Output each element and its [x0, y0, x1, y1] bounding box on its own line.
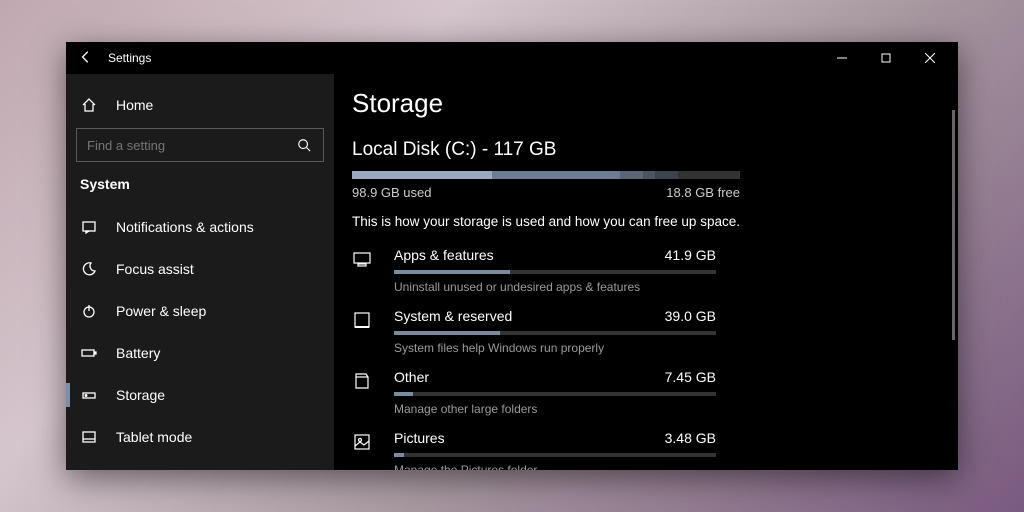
moon-icon — [80, 260, 98, 278]
category-name: System & reserved — [394, 308, 512, 324]
search-input[interactable] — [87, 138, 295, 153]
category-sub: Manage the Pictures folder — [394, 463, 928, 470]
back-button[interactable] — [72, 50, 100, 67]
storage-category[interactable]: Apps & features 41.9 GB Uninstall unused o… — [352, 247, 928, 294]
category-bar — [394, 270, 716, 274]
category-name: Apps & features — [394, 247, 494, 263]
disk-bar-segment — [352, 171, 492, 179]
storage-category[interactable]: Pictures 3.48 GB Manage the Pictures folde… — [352, 430, 928, 470]
category-bar — [394, 453, 716, 457]
titlebar: Settings — [66, 42, 958, 74]
minimize-button[interactable] — [820, 42, 864, 74]
sidebar-item-battery[interactable]: Battery — [66, 332, 334, 374]
content-pane: Storage Local Disk (C:) - 117 GB 98.9 GB… — [334, 74, 958, 470]
category-name: Other — [394, 369, 429, 385]
disk-bar-segment — [492, 171, 620, 179]
search-icon — [295, 136, 313, 154]
storage-category[interactable]: Other 7.45 GB Manage other large folders — [352, 369, 928, 416]
sidebar: Home System Notifications & actions Focu… — [66, 74, 334, 470]
disk-bar-segment — [620, 171, 643, 179]
power-icon — [80, 302, 98, 320]
sidebar-home[interactable]: Home — [66, 84, 334, 126]
disk-free-label: 18.8 GB free — [666, 185, 740, 200]
search-box[interactable] — [76, 128, 324, 162]
pictures-icon — [352, 430, 378, 457]
disk-bar-segment — [643, 171, 655, 179]
tablet-icon — [80, 428, 98, 446]
maximize-button[interactable] — [864, 42, 908, 74]
sidebar-item-power-sleep[interactable]: Power & sleep — [66, 290, 334, 332]
category-size: 3.48 GB — [665, 430, 716, 446]
storage-description: This is how your storage is used and how… — [352, 214, 928, 229]
disk-title: Local Disk (C:) - 117 GB — [352, 139, 928, 161]
sidebar-item-label: Power & sleep — [116, 303, 206, 319]
sidebar-category: System — [66, 170, 334, 206]
apps-icon — [352, 247, 378, 274]
sidebar-home-label: Home — [116, 97, 153, 113]
sidebar-item-storage[interactable]: Storage — [66, 374, 334, 416]
home-icon — [80, 96, 98, 114]
disk-used-label: 98.9 GB used — [352, 185, 432, 200]
category-name: Pictures — [394, 430, 445, 446]
storage-icon — [80, 386, 98, 404]
category-sub: Uninstall unused or undesired apps & fea… — [394, 280, 928, 294]
category-sub: Manage other large folders — [394, 402, 928, 416]
disk-bar-segment — [655, 171, 678, 179]
page-title: Storage — [352, 88, 928, 119]
sidebar-item-notifications[interactable]: Notifications & actions — [66, 206, 334, 248]
storage-category[interactable]: System & reserved 39.0 GB System files hel… — [352, 308, 928, 355]
sidebar-item-label: Battery — [116, 345, 160, 361]
sidebar-item-label: Storage — [116, 387, 165, 403]
disk-usage-bar — [352, 171, 740, 179]
sidebar-item-label: Notifications & actions — [116, 219, 254, 235]
other-icon — [352, 369, 378, 396]
battery-icon — [80, 344, 98, 362]
category-size: 41.9 GB — [665, 247, 716, 263]
notifications-icon — [80, 218, 98, 236]
sidebar-item-label: Tablet mode — [116, 429, 192, 445]
category-size: 39.0 GB — [665, 308, 716, 324]
sidebar-item-focus-assist[interactable]: Focus assist — [66, 248, 334, 290]
category-sub: System files help Windows run properly — [394, 341, 928, 355]
close-button[interactable] — [908, 42, 952, 74]
settings-window: Settings Home Syste — [66, 42, 958, 470]
category-bar — [394, 331, 716, 335]
sidebar-item-tablet-mode[interactable]: Tablet mode — [66, 416, 334, 458]
category-size: 7.45 GB — [665, 369, 716, 385]
titlebar-title: Settings — [108, 51, 151, 65]
category-bar — [394, 392, 716, 396]
sidebar-item-label: Focus assist — [116, 261, 194, 277]
system-icon — [352, 308, 378, 335]
scrollbar-thumb[interactable] — [952, 110, 955, 340]
